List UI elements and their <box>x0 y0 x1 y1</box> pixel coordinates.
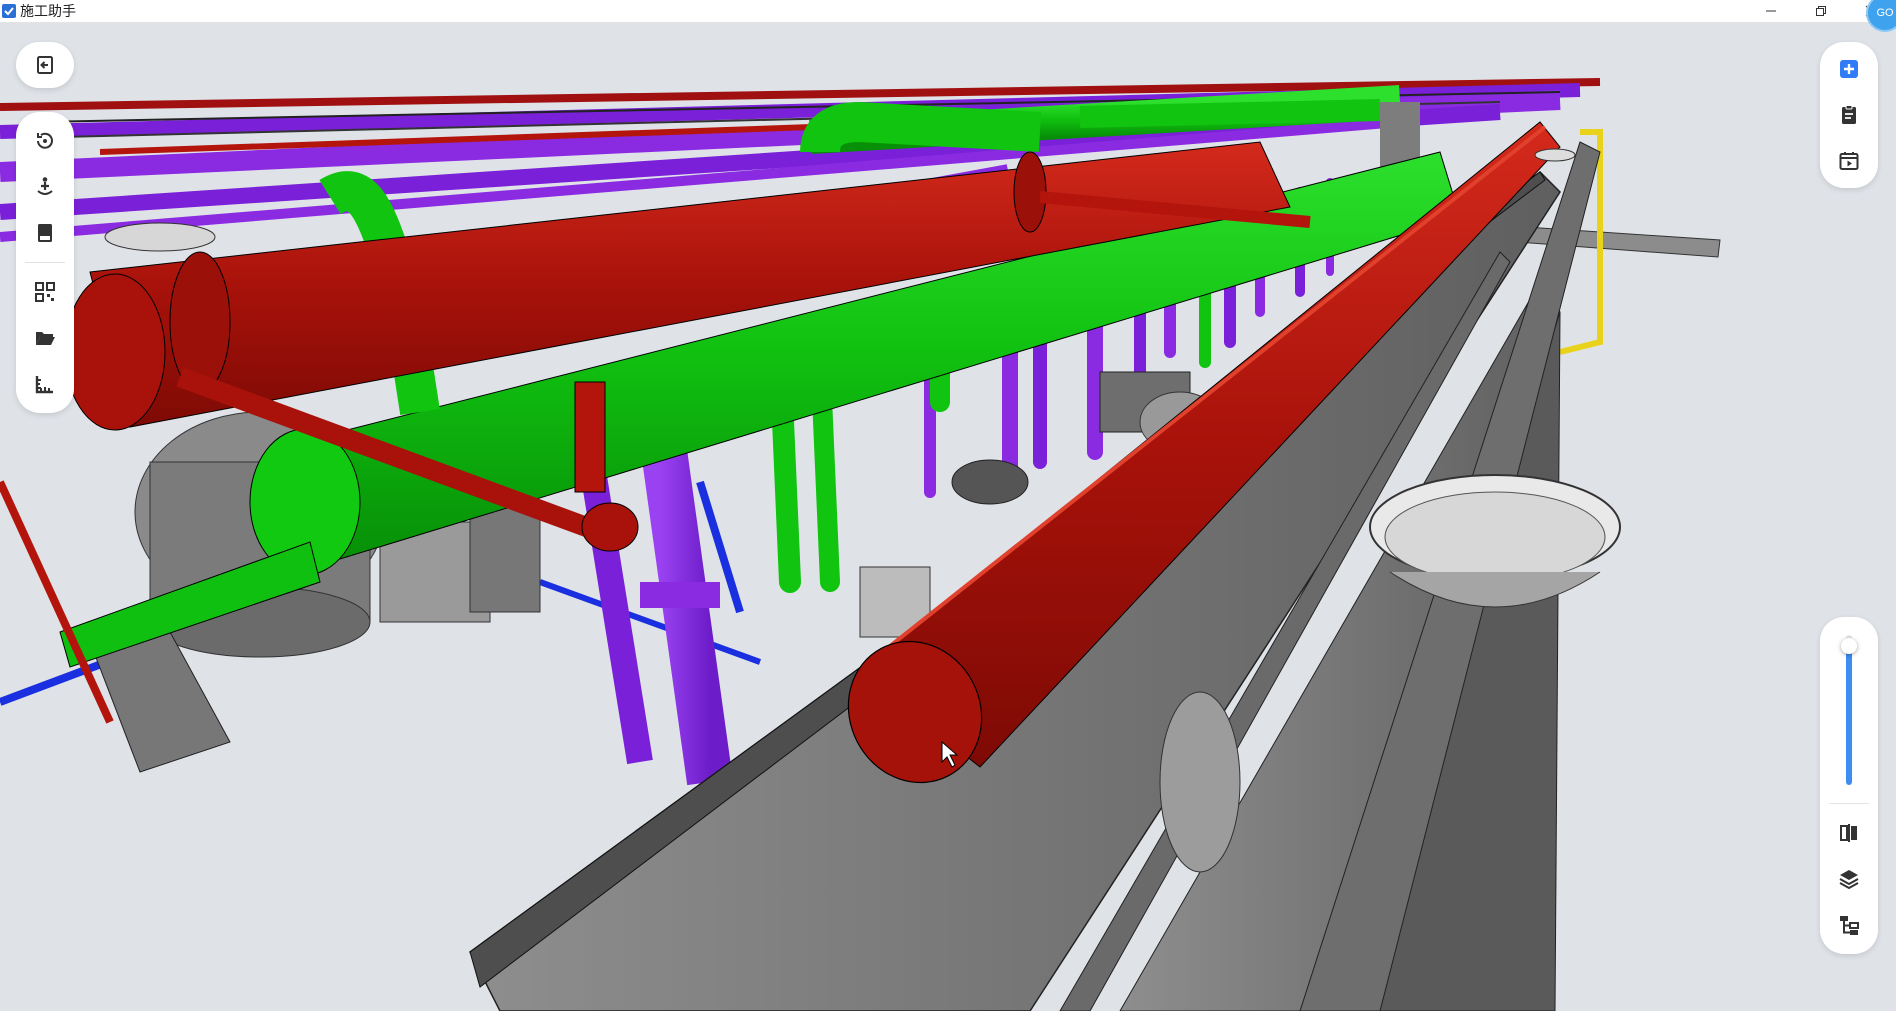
exit-button[interactable] <box>22 42 68 88</box>
documents-button[interactable] <box>22 210 68 256</box>
right-toolbar-top <box>1820 42 1878 188</box>
right-toolbar-bottom <box>1820 617 1878 954</box>
clipboard-icon <box>1842 105 1856 124</box>
reset-view-button[interactable] <box>22 118 68 164</box>
walk-mode-button[interactable] <box>22 164 68 210</box>
schedule-play-icon <box>1839 152 1859 170</box>
restore-icon <box>1816 6 1826 16</box>
model-viewport[interactable] <box>0 22 1896 1011</box>
zoom-slider-fill <box>1846 645 1852 785</box>
zoom-slider[interactable] <box>1841 635 1857 785</box>
open-folder-button[interactable] <box>22 315 68 361</box>
exit-icon <box>37 56 53 74</box>
qr-code-icon <box>35 282 55 302</box>
layers-button[interactable] <box>1826 856 1872 902</box>
exit-panel <box>16 42 74 88</box>
measure-icon <box>35 376 53 394</box>
schedule-simulation-button[interactable] <box>1826 138 1872 184</box>
window-title-bar: 施工助手 GO <box>0 0 1896 32</box>
task-list-button[interactable] <box>1826 92 1872 138</box>
reset-view-icon <box>37 132 53 149</box>
structure-tree-icon <box>1840 916 1859 935</box>
toolbar-divider <box>25 262 65 263</box>
left-toolbar <box>16 112 74 413</box>
layers-icon <box>1839 870 1859 890</box>
book-icon <box>38 224 52 242</box>
measure-button[interactable] <box>22 361 68 407</box>
minimize-icon <box>1766 10 1776 12</box>
add-icon <box>1840 60 1858 78</box>
minimize-button[interactable] <box>1746 0 1796 22</box>
toolbar-divider <box>1829 803 1869 804</box>
folder-open-icon <box>36 332 55 345</box>
walk-mode-icon <box>37 177 53 195</box>
section-cut-button[interactable] <box>1826 810 1872 856</box>
qr-code-button[interactable] <box>22 269 68 315</box>
model-tree-button[interactable] <box>1826 902 1872 948</box>
restore-button[interactable] <box>1796 0 1846 22</box>
add-button[interactable] <box>1826 46 1872 92</box>
app-logo-icon <box>2 4 16 18</box>
zoom-slider-handle[interactable] <box>1841 637 1857 654</box>
window-title: 施工助手 <box>20 3 76 19</box>
bim-model-scene[interactable] <box>0 22 1896 1011</box>
section-cut-icon <box>1840 824 1857 842</box>
